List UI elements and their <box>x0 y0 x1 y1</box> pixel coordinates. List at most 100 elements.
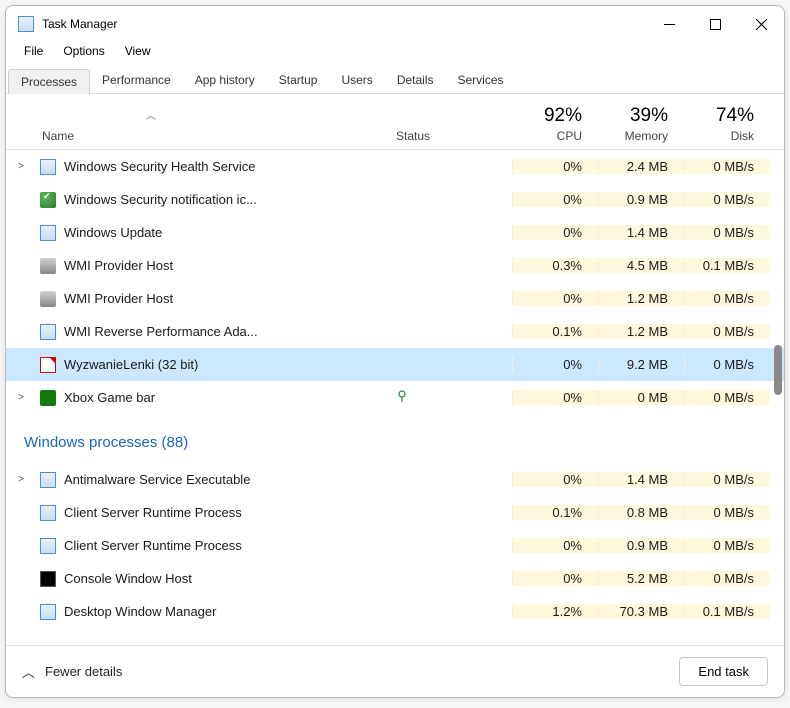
header-status[interactable]: Status <box>392 129 512 143</box>
generic-icon <box>40 505 56 521</box>
menubar: File Options View <box>6 42 784 64</box>
disk-cell: 0 MB/s <box>684 357 770 372</box>
titlebar[interactable]: Task Manager <box>6 6 784 42</box>
process-name: Windows Security notification ic... <box>64 192 257 207</box>
header-disk[interactable]: 74% Disk <box>684 105 770 143</box>
table-row[interactable]: WyzwanieLenki (32 bit)0%9.2 MB0 MB/s <box>6 348 784 381</box>
tab-performance[interactable]: Performance <box>90 68 183 93</box>
process-name: WMI Provider Host <box>64 291 173 306</box>
cpu-cell: 0% <box>512 390 598 405</box>
process-name: Windows Update <box>64 225 162 240</box>
footer: ︿ Fewer details End task <box>6 645 784 697</box>
disk-cell: 0 MB/s <box>684 505 770 520</box>
menu-options[interactable]: Options <box>53 42 114 64</box>
tab-startup[interactable]: Startup <box>267 68 330 93</box>
process-name-cell: Windows Update <box>36 225 392 241</box>
wmi-icon <box>40 258 56 274</box>
update-icon <box>40 225 56 241</box>
task-manager-window: Task Manager File Options View Processes… <box>5 5 785 698</box>
mem-cell: 0.9 MB <box>598 538 684 553</box>
tab-processes[interactable]: Processes <box>8 69 90 94</box>
generic-icon <box>40 324 56 340</box>
table-row[interactable]: Console Window Host0%5.2 MB0 MB/s <box>6 562 784 595</box>
disk-cell: 0 MB/s <box>684 159 770 174</box>
cpu-cell: 0.3% <box>512 258 598 273</box>
expand-toggle[interactable]: > <box>6 474 36 485</box>
table-row[interactable]: >Xbox Game bar0%0 MB0 MB/s <box>6 381 784 414</box>
mem-cell: 1.2 MB <box>598 324 684 339</box>
tab-services[interactable]: Services <box>446 68 516 93</box>
table-row[interactable]: WMI Provider Host0.3%4.5 MB0.1 MB/s <box>6 249 784 282</box>
table-row[interactable]: >Antimalware Service Executable0%1.4 MB0… <box>6 463 784 496</box>
table-row[interactable]: WMI Provider Host 0%1.2 MB0 MB/s <box>6 282 784 315</box>
mem-cell: 70.3 MB <box>598 604 684 619</box>
close-button[interactable] <box>738 8 784 40</box>
tab-users[interactable]: Users <box>329 68 384 93</box>
header-cpu[interactable]: 92% CPU <box>512 105 598 143</box>
process-list[interactable]: > Windows Security Health Service 0% 2.4 MB… <box>6 150 784 645</box>
mem-cell: 9.2 MB <box>598 357 684 372</box>
group-windows-processes: Windows processes (88) <box>6 414 784 463</box>
end-task-button[interactable]: End task <box>679 657 768 686</box>
process-name-cell: WyzwanieLenki (32 bit) <box>36 357 392 373</box>
mem-cell: 0.8 MB <box>598 505 684 520</box>
disk-cell: 0.1 MB/s <box>684 258 770 273</box>
tab-details[interactable]: Details <box>385 68 446 93</box>
header-name[interactable]: ︿ Name <box>36 129 392 143</box>
process-name-cell: Client Server Runtime Process <box>36 538 392 554</box>
cpu-cell: 1.2% <box>512 604 598 619</box>
column-headers: ︿ Name Status 92% CPU 39% Memory 74% Dis… <box>6 94 784 150</box>
cpu-cell: 0% <box>512 291 598 306</box>
xbox-icon <box>40 390 56 406</box>
mem-cell: 4.5 MB <box>598 258 684 273</box>
cpu-cell: 0.1% <box>512 324 598 339</box>
process-name-cell: Client Server Runtime Process <box>36 505 392 521</box>
minimize-button[interactable] <box>646 8 692 40</box>
disk-cell: 0 MB/s <box>684 225 770 240</box>
expand-toggle[interactable]: > <box>6 161 36 172</box>
table-row[interactable]: Windows Update0%1.4 MB0 MB/s <box>6 216 784 249</box>
window-title: Task Manager <box>42 17 646 31</box>
mem-cell: 1.4 MB <box>598 472 684 487</box>
process-name: WMI Reverse Performance Ada... <box>64 324 258 339</box>
table-row[interactable]: Client Server Runtime Process 0%0.9 MB0 M… <box>6 529 784 562</box>
cpu-cell: 0% <box>512 472 598 487</box>
table-row[interactable]: WMI Reverse Performance Ada... 0.1%1.2 MB… <box>6 315 784 348</box>
table-row[interactable]: Windows Security notification ic...0%0.9… <box>6 183 784 216</box>
process-name-cell: Xbox Game bar <box>36 390 392 406</box>
tab-app-history[interactable]: App history <box>183 68 267 93</box>
process-name: Windows Security Health Service <box>64 159 255 174</box>
wmi-icon <box>40 291 56 307</box>
fewer-details-toggle[interactable]: ︿ Fewer details <box>22 662 679 681</box>
disk-cell: 0 MB/s <box>684 192 770 207</box>
table-row[interactable]: Client Server Runtime Process0.1%0.8 MB0… <box>6 496 784 529</box>
mem-cell: 1.4 MB <box>598 225 684 240</box>
expand-toggle[interactable]: > <box>6 392 36 403</box>
pdf-icon <box>40 357 56 373</box>
generic-icon <box>40 538 56 554</box>
scrollbar[interactable] <box>770 150 784 645</box>
cpu-cell: 0% <box>512 538 598 553</box>
mem-cell: 5.2 MB <box>598 571 684 586</box>
mem-cell: 1.2 MB <box>598 291 684 306</box>
maximize-button[interactable] <box>692 8 738 40</box>
disk-cell: 0 MB/s <box>684 324 770 339</box>
process-name-cell: Antimalware Service Executable <box>36 472 392 488</box>
process-name-cell: Console Window Host <box>36 571 392 587</box>
disk-cell: 0 MB/s <box>684 538 770 553</box>
leaf-icon <box>396 390 408 405</box>
header-memory[interactable]: 39% Memory <box>598 105 684 143</box>
table-row[interactable]: Desktop Window Manager1.2%70.3 MB0.1 MB/… <box>6 595 784 628</box>
chevron-up-icon: ︿ <box>22 662 35 681</box>
disk-cell: 0 MB/s <box>684 291 770 306</box>
process-name-cell: WMI Reverse Performance Ada... <box>36 324 392 340</box>
process-name: Client Server Runtime Process <box>64 505 242 520</box>
menu-file[interactable]: File <box>14 42 53 64</box>
scrollbar-thumb[interactable] <box>774 345 782 395</box>
shield-icon <box>40 192 56 208</box>
menu-view[interactable]: View <box>115 42 161 64</box>
disk-cell: 0.1 MB/s <box>684 604 770 619</box>
table-row[interactable]: >Windows Security Health Service0%2.4 MB… <box>6 150 784 183</box>
mem-cell: 2.4 MB <box>598 159 684 174</box>
process-name: WyzwanieLenki (32 bit) <box>64 357 198 372</box>
